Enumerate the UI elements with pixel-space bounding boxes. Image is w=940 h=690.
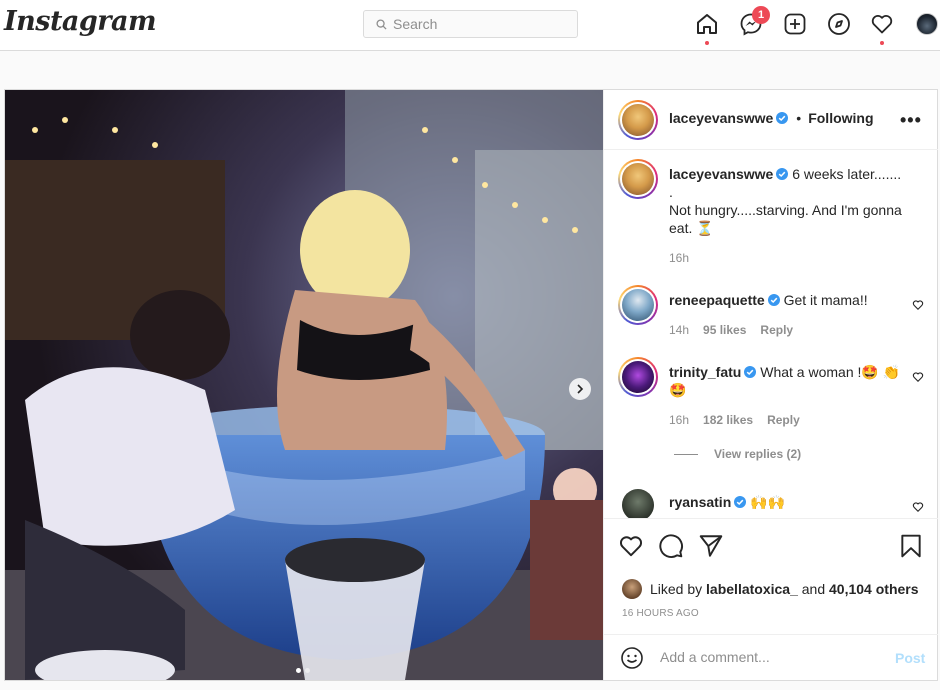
comment-body: 🙌🙌 <box>750 494 786 510</box>
comment-time[interactable]: 14h <box>669 323 689 337</box>
explore-button[interactable] <box>827 12 851 36</box>
search-input[interactable] <box>393 16 563 32</box>
comment-text: reneepaquette Get it mama!! <box>669 291 904 309</box>
activity-dot <box>880 41 884 45</box>
liked-by-avatar[interactable] <box>622 579 642 599</box>
photo-illustration <box>5 90 603 680</box>
activity-button[interactable] <box>870 12 894 45</box>
comment-avatar[interactable] <box>618 285 658 325</box>
comment-like-heart-icon[interactable] <box>912 299 924 311</box>
comment-likes[interactable]: 95 likes <box>703 323 746 337</box>
liked-by-line: Liked by labellatoxica_ and 40,104 other… <box>622 579 919 599</box>
chevron-right-icon <box>577 384 584 394</box>
emoji-smiley-icon[interactable] <box>620 646 644 670</box>
like-heart-icon[interactable] <box>618 533 644 559</box>
more-options-icon[interactable]: ••• <box>900 110 922 131</box>
author-line: laceyevanswwe • Following <box>669 110 874 126</box>
author-username[interactable]: laceyevanswwe <box>669 110 773 126</box>
home-active-dot <box>705 41 709 45</box>
comment-username[interactable]: reneepaquette <box>669 292 765 308</box>
comment-bubble-icon[interactable] <box>658 533 684 559</box>
comment-like-heart-icon[interactable] <box>912 501 924 513</box>
home-icon <box>697 14 717 34</box>
instagram-logo[interactable]: Instagram <box>4 6 157 37</box>
comment-likes[interactable]: 182 likes <box>703 413 753 427</box>
search-box[interactable] <box>363 10 578 38</box>
comment-avatar[interactable] <box>618 357 658 397</box>
comment-meta: 16h 182 likes Reply <box>669 413 800 427</box>
post-actions: Liked by labellatoxica_ and 40,104 other… <box>604 518 938 680</box>
verified-badge-icon <box>776 112 789 124</box>
liked-by-prefix: Liked by <box>650 581 703 597</box>
caption-line3: Not hungry.....starving. And I'm gonna e… <box>669 202 902 236</box>
profile-avatar[interactable] <box>916 13 938 35</box>
comments-list: laceyevanswwe 6 weeks later....... . Not… <box>604 151 938 518</box>
caption-line1: 6 weeks later....... <box>792 166 902 182</box>
view-replies-button[interactable]: View replies (2) <box>674 447 801 461</box>
view-replies-line <box>674 453 698 455</box>
add-comment-input[interactable] <box>660 649 880 665</box>
carousel-next-button[interactable] <box>569 378 591 400</box>
new-post-icon <box>784 13 806 35</box>
carousel-dot-active <box>296 668 301 673</box>
messages-badge: 1 <box>752 6 770 24</box>
verified-badge-icon <box>734 496 747 508</box>
comment-username[interactable]: trinity_fatu <box>669 364 741 380</box>
caption-time[interactable]: 16h <box>669 251 689 265</box>
follow-separator: • <box>796 110 802 126</box>
save-bookmark-icon[interactable] <box>898 533 924 559</box>
carousel-dot <box>305 668 310 673</box>
comment-body: Get it mama!! <box>783 292 868 308</box>
caption-line2: . <box>669 184 673 200</box>
liked-by-others[interactable]: 40,104 others <box>829 581 919 597</box>
verified-badge-icon <box>767 294 780 306</box>
verified-badge-icon <box>776 168 789 180</box>
messages-button[interactable]: 1 <box>739 6 770 36</box>
post-card: laceyevanswwe • Following ••• laceyevans… <box>4 89 938 681</box>
post-sidebar: laceyevanswwe • Following ••• laceyevans… <box>603 90 938 680</box>
comment-time[interactable]: 16h <box>669 413 689 427</box>
new-post-button[interactable] <box>783 12 807 36</box>
liked-by-and: and <box>801 581 826 597</box>
caption-username[interactable]: laceyevanswwe <box>669 166 773 182</box>
comment-meta: 14h 95 likes Reply <box>669 323 793 337</box>
verified-badge-icon <box>744 366 757 378</box>
home-button[interactable] <box>695 12 719 45</box>
following-button[interactable]: Following <box>808 110 873 126</box>
share-paper-plane-icon[interactable] <box>698 533 724 559</box>
search-icon <box>376 18 387 30</box>
post-comment-button[interactable]: Post <box>895 650 925 666</box>
view-replies-label: View replies (2) <box>714 447 802 461</box>
reply-button[interactable]: Reply <box>767 413 800 427</box>
heart-icon <box>871 15 893 34</box>
reply-button[interactable]: Reply <box>760 323 793 337</box>
comment-avatar[interactable] <box>622 489 654 518</box>
caption-meta: 16h <box>669 251 689 265</box>
author-avatar[interactable] <box>618 100 658 140</box>
caption-text: laceyevanswwe 6 weeks later....... . Not… <box>669 165 904 237</box>
post-photo[interactable] <box>5 90 603 680</box>
comment-like-heart-icon[interactable] <box>912 371 924 383</box>
add-comment-bar: Post <box>604 634 938 681</box>
comment-text: trinity_fatu What a woman !🤩 👏🤩 <box>669 363 904 399</box>
comment-text: ryansatin 🙌🙌 <box>669 493 904 511</box>
post-time-ago[interactable]: 16 HOURS AGO <box>622 608 699 619</box>
caption-avatar[interactable] <box>618 159 658 199</box>
comment-username[interactable]: ryansatin <box>669 494 731 510</box>
post-header: laceyevanswwe • Following ••• <box>604 90 938 150</box>
top-navbar: Instagram 1 <box>0 0 940 51</box>
liked-by-username[interactable]: labellatoxica_ <box>706 581 798 597</box>
compass-icon <box>828 13 850 35</box>
